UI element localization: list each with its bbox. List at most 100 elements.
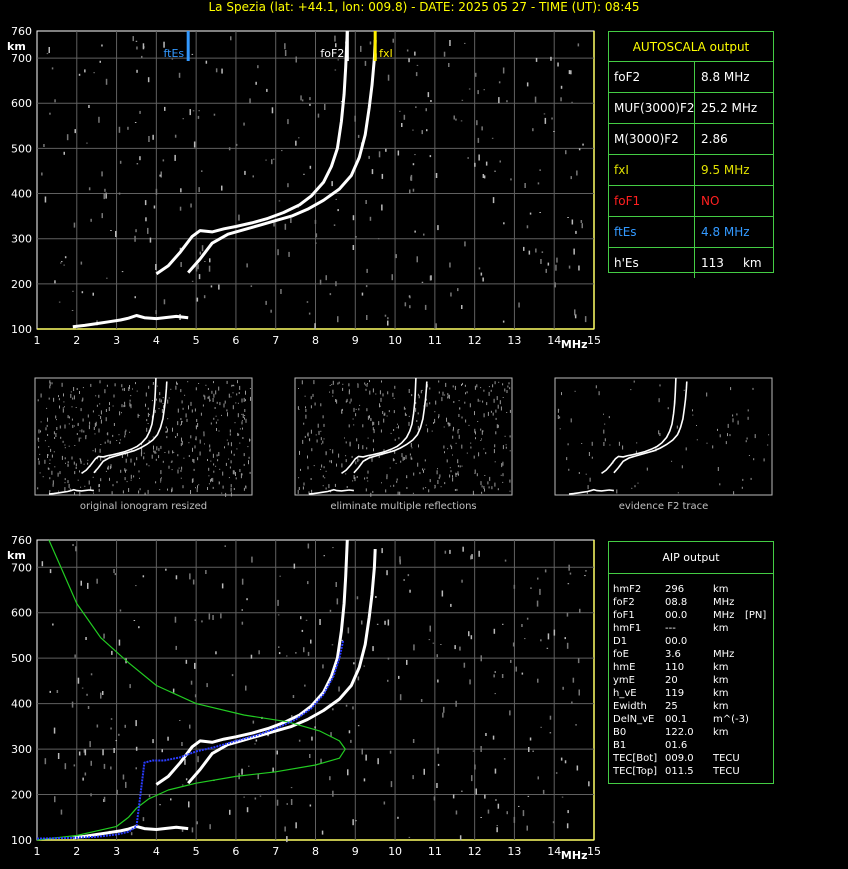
noise-dot: [230, 36, 232, 41]
thumbnail-noise: [356, 476, 358, 478]
thumbnail-noise: [98, 484, 100, 488]
noise-dot: [571, 101, 573, 103]
thumbnail-noise: [480, 387, 482, 389]
thumbnail-noise: [303, 422, 305, 425]
noise-dot: [136, 163, 139, 165]
noise-dot: [194, 662, 196, 669]
noise-dot: [353, 662, 355, 665]
aip-row: hmF2 296 km: [609, 583, 773, 596]
noise-dot: [165, 568, 167, 571]
thumbnail-noise: [178, 467, 180, 469]
thumbnail-noise: [55, 433, 57, 437]
noise-dot: [276, 750, 278, 755]
thumbnail-noise: [481, 438, 482, 440]
thumbnail-noise: [83, 430, 85, 433]
aip-value: 00.0: [665, 610, 688, 621]
noise-dot: [155, 188, 158, 195]
thumbnail-noise: [692, 414, 694, 416]
noise-dot: [325, 275, 327, 281]
thumbnail-noise: [62, 440, 64, 443]
noise-dot: [521, 624, 523, 627]
noise-dot: [478, 267, 481, 270]
noise-dot: [535, 57, 538, 62]
noise-dot: [480, 272, 483, 276]
noise-dot: [506, 100, 508, 103]
noise-dot: [279, 575, 281, 577]
thumbnail-noise: [366, 447, 368, 450]
thumbnail-noise: [502, 481, 504, 483]
thumbnail-noise: [488, 391, 490, 396]
noise-dot: [577, 658, 580, 664]
aip-value: 08.8: [665, 597, 688, 608]
noise-dot: [470, 555, 472, 560]
thumbnail-noise: [100, 478, 102, 482]
thumbnail-noise: [353, 424, 355, 426]
thumbnail-noise: [215, 465, 217, 467]
noise-dot: [136, 46, 138, 50]
noise-dot: [280, 289, 282, 294]
thumbnail-noise: [218, 452, 220, 456]
noise-dot: [159, 174, 161, 177]
noise-dot: [246, 263, 248, 268]
thumbnail-noise: [434, 411, 436, 413]
autoscala-key: MUF(3000)F2: [614, 101, 695, 115]
noise-dot: [413, 644, 415, 651]
thumbnail-noise: [51, 454, 53, 458]
aip-unit: km: [713, 727, 729, 738]
noise-dot: [406, 659, 408, 665]
thumbnail-noise: [168, 450, 170, 454]
thumbnail-noise: [438, 477, 440, 480]
thumbnail-noise: [741, 486, 743, 489]
thumbnail-noise: [457, 429, 459, 434]
thumbnail-noise: [79, 470, 80, 473]
thumbnail-noise: [371, 457, 373, 462]
thumbnail-noise: [305, 414, 307, 419]
x-tick-label: 14: [547, 334, 561, 347]
noise-dot: [571, 701, 573, 704]
noise-dot: [147, 77, 150, 83]
thumbnail-noise: [237, 413, 239, 418]
thumbnail-noise: [160, 445, 162, 449]
noise-dot: [363, 665, 365, 667]
noise-dot: [444, 550, 447, 554]
thumbnail-noise: [231, 450, 232, 454]
thumbnail-noise: [217, 459, 219, 462]
thumbnail-noise: [297, 489, 299, 494]
noise-dot: [492, 735, 495, 740]
noise-dot: [208, 265, 211, 272]
noise-dot: [347, 627, 350, 634]
thumbnail-noise: [328, 484, 330, 489]
thumbnail-noise: [441, 397, 443, 402]
thumbnail-noise: [404, 408, 406, 410]
thumbnail-noise: [719, 483, 721, 486]
thumbnail-noise: [190, 401, 192, 406]
thumbnail-noise: [186, 418, 188, 422]
thumbnail-noise: [335, 399, 337, 402]
thumbnail-noise: [81, 429, 83, 433]
noise-dot: [503, 222, 505, 225]
noise-dot: [585, 570, 587, 572]
thumbnail-noise: [474, 411, 475, 416]
thumbnail-noise: [379, 390, 381, 395]
noise-dot: [265, 159, 267, 161]
noise-dot: [377, 238, 380, 240]
thumbnail-noise: [373, 448, 374, 452]
noise-dot: [347, 769, 349, 776]
thumbnail-noise: [604, 423, 606, 425]
thumbnail-noise: [446, 459, 448, 463]
noise-dot: [164, 106, 166, 111]
y-tick-label: 600: [11, 607, 32, 620]
noise-dot: [307, 651, 310, 656]
noise-dot: [540, 639, 542, 642]
noise-dot: [99, 60, 101, 63]
thumbnail-noise: [243, 453, 245, 457]
noise-dot: [361, 620, 363, 625]
noise-dot: [250, 285, 253, 287]
noise-dot: [60, 262, 62, 264]
noise-dot: [545, 268, 547, 273]
thumbnail-noise: [243, 463, 245, 466]
thumbnail-noise: [304, 395, 306, 397]
noise-dot: [138, 626, 140, 629]
thumbnail-noise: [46, 407, 48, 409]
noise-dot: [360, 45, 362, 52]
